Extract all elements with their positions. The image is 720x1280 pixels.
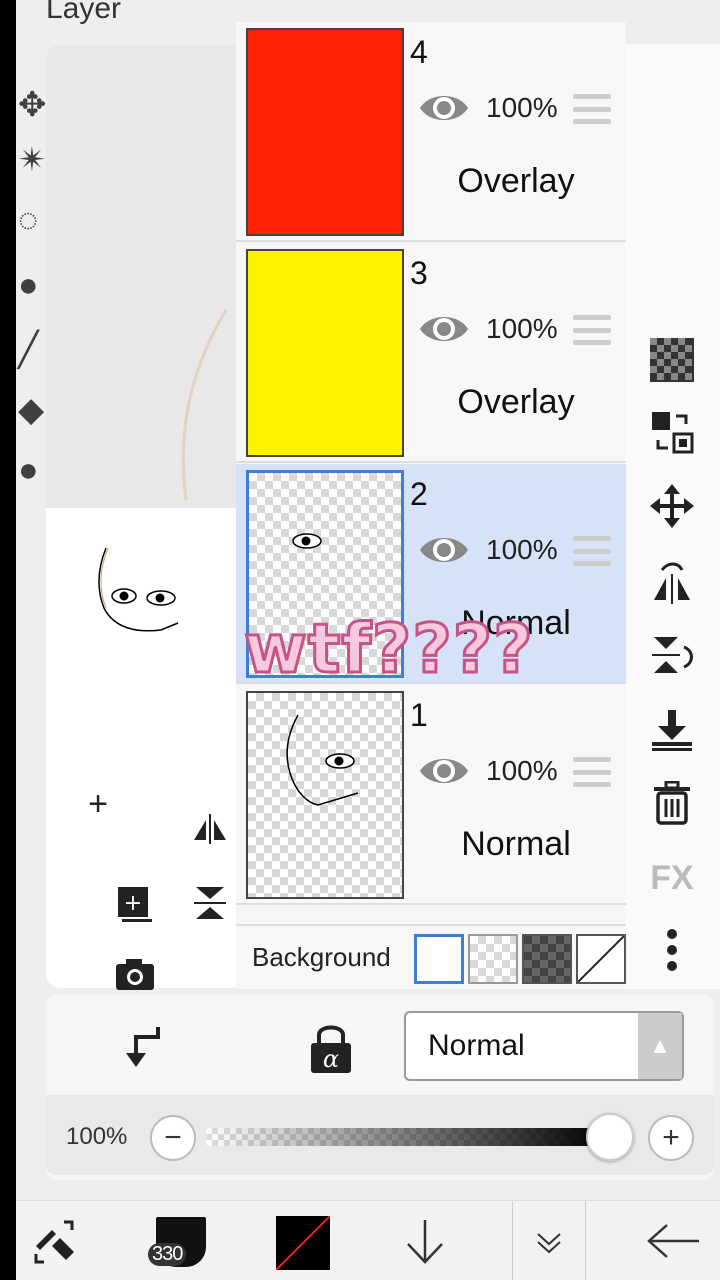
eraser-tool-icon[interactable]: ◆ [18,385,68,435]
magic-wand-icon[interactable]: ✴ [18,135,68,185]
page-title: Layer [46,0,122,25]
add-image-layer-icon[interactable]: + [74,853,152,922]
svg-text:α: α [323,1045,339,1073]
drag-handle-icon[interactable] [573,94,611,124]
back-arrow-icon[interactable] [638,1211,708,1271]
eye-icon[interactable] [418,90,470,126]
quick-tools-icon[interactable] [20,1211,90,1271]
fx-icon[interactable]: FX [646,852,698,904]
blend-mode-value: Normal [428,1029,525,1062]
opacity-slider-track[interactable] [206,1128,606,1146]
opacity-slider-thumb[interactable] [586,1113,634,1161]
preview-drawing [98,547,179,632]
canvas-sketch [181,309,228,501]
eye-icon[interactable] [418,532,470,568]
drag-handle-icon[interactable] [573,536,611,566]
layer-thumbnail [246,249,404,457]
lasso-icon[interactable]: ◌ [18,195,68,245]
layer-thumbnail-drawing [286,714,359,806]
more-icon[interactable] [646,924,698,976]
expand-menu-icon[interactable] [512,1201,586,1280]
smudge-tool-icon[interactable]: ● [18,445,68,495]
overlay-text: wtf???? [243,609,535,691]
eye-icon[interactable] [418,311,470,347]
rotate-icon[interactable] [646,629,698,681]
merge-down-icon[interactable] [646,704,698,756]
opacity-row: 100% − + [46,1095,714,1175]
bottom-toolbar: 330 [16,1200,720,1280]
drag-handle-icon[interactable] [573,757,611,787]
layer-blend-mode: Overlay [457,162,575,200]
brush-tool-icon[interactable]: ╱ [18,325,68,375]
layer-number: 3 [410,255,428,291]
drag-handle-icon[interactable] [573,315,611,345]
transfer-icon[interactable] [646,406,698,458]
opacity-label: 100% [66,1123,128,1150]
layer-thumbnail [246,28,404,236]
layer-item[interactable]: 3 100% Overlay [236,243,626,463]
background-dark-swatch[interactable] [522,934,572,984]
layer-preview-card: + + [46,508,244,990]
layer-number: 4 [410,34,428,70]
layer-opacity: 100% [486,534,558,565]
trash-icon[interactable] [646,777,698,829]
background-row: Background [236,924,626,989]
flip-icon[interactable] [646,556,698,608]
opacity-decrease-button[interactable]: − [150,1115,196,1161]
alpha-lock-icon[interactable]: α [301,1017,361,1077]
layer-screen: Layer ✥ ✴ ◌ ● ╱ ◆ ● + + 4 100% Overlay 3… [16,0,720,1280]
color-swatch[interactable] [276,1216,330,1270]
opacity-increase-button[interactable]: + [648,1115,694,1161]
arrow-down-icon[interactable] [390,1211,460,1271]
layer-item[interactable]: 4 100% Overlay [236,22,626,242]
layer-actions-column: FX [626,44,720,989]
camera-icon[interactable] [74,926,154,990]
layer-blend-mode: Normal [461,825,571,863]
layer-opacity: 100% [486,755,558,786]
layer-thumbnail [246,691,404,899]
layer-item[interactable]: 1 100% Normal [236,685,626,905]
clipping-icon[interactable] [116,1015,176,1075]
brush-size-value: 330 [148,1243,187,1266]
background-label: Background [252,942,391,972]
background-none-swatch[interactable] [576,934,626,984]
blend-mode-select[interactable]: Normal ▲ [404,1011,684,1081]
checker-icon[interactable] [646,334,698,386]
flip-horizontal-icon[interactable] [150,780,226,844]
background-transparent-swatch[interactable] [468,934,518,984]
layer-opacity: 100% [486,313,558,344]
svg-text:+: + [124,891,142,916]
layer-number: 2 [410,476,428,512]
layer-opacity: 100% [486,92,558,123]
layer-list: 4 100% Overlay 3 100% Overlay 2 100% Nor… [236,22,626,989]
layer-number: 1 [410,697,428,733]
move-tool-icon[interactable]: ✥ [18,80,68,130]
flip-vertical-icon[interactable] [150,853,226,919]
fx-tool-icon[interactable]: ● [18,260,68,310]
layer-properties-panel: α Normal ▲ 100% − + [46,995,714,1180]
move-icon[interactable] [646,480,698,532]
brush-size-indicator[interactable]: 330 [148,1217,206,1267]
chevron-up-icon: ▲ [638,1013,682,1079]
eye-icon[interactable] [418,753,470,789]
background-white-swatch[interactable] [414,934,464,984]
add-layer-icon[interactable]: + [74,780,122,828]
layer-blend-mode: Overlay [457,383,575,421]
